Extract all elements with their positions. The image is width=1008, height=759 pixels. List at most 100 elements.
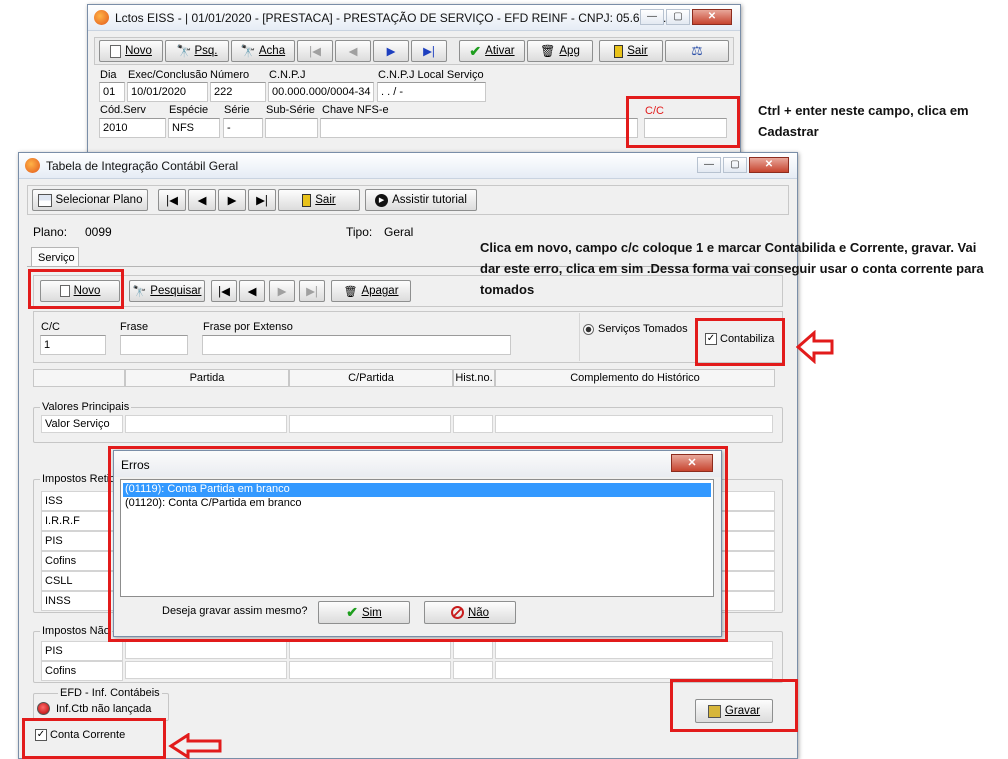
- lctos-psq-button[interactable]: 🔭 Psq.: [165, 40, 229, 62]
- maximize-icon[interactable]: ▢: [723, 157, 747, 173]
- conta-corrente-checkbox[interactable]: ✓ Conta Corrente: [35, 729, 125, 741]
- checkbox-checked-icon: ✓: [35, 729, 47, 741]
- servico-first-button[interactable]: |◀: [211, 280, 237, 302]
- erros-title: Erros: [121, 458, 150, 472]
- last-icon: ▶|: [423, 46, 435, 58]
- valor-servico-row[interactable]: [125, 415, 775, 433]
- numero-field[interactable]: 222: [210, 82, 266, 102]
- tipo-label: Tipo:: [346, 225, 373, 239]
- minimize-icon[interactable]: —: [640, 9, 664, 25]
- ativar-button[interactable]: ✔ Ativar: [459, 40, 525, 62]
- serie-label: Série: [224, 104, 250, 116]
- plano-last-button[interactable]: ▶|: [248, 189, 276, 211]
- erro-item[interactable]: (01120): Conta C/Partida em branco: [123, 497, 302, 509]
- servico-last-button[interactable]: ▶|: [299, 280, 325, 302]
- maximize-icon[interactable]: ▢: [666, 9, 690, 25]
- exec-field[interactable]: 10/01/2020: [127, 82, 208, 102]
- especie-field[interactable]: NFS: [168, 118, 220, 138]
- gravar-button[interactable]: Gravar: [695, 699, 773, 723]
- close-icon[interactable]: ✕: [671, 454, 713, 472]
- plano-next-button[interactable]: ▶: [218, 189, 246, 211]
- tabela-sair-button[interactable]: Sair: [278, 189, 360, 211]
- close-icon[interactable]: ✕: [749, 157, 789, 173]
- last-icon: ▶|: [256, 195, 268, 207]
- cc-field-top[interactable]: [644, 118, 727, 138]
- servicos-tomados-radio[interactable]: Serviços Tomados: [583, 323, 688, 335]
- plan-table-icon: [37, 193, 52, 207]
- scale-icon: ⚖: [691, 43, 703, 58]
- servico-next-button[interactable]: ▶: [269, 280, 295, 302]
- csll-label: CSLL: [41, 571, 123, 591]
- new-doc-icon: [110, 44, 122, 58]
- pis-label: PIS: [41, 531, 123, 551]
- erros-dialog: Erros ✕ (01119): Conta Partida em branco…: [113, 450, 722, 637]
- annotation-note-1: Ctrl + enter neste campo, clica em Cadas…: [758, 103, 969, 139]
- next-record-button[interactable]: ▶: [373, 40, 409, 62]
- assistir-tutorial-button[interactable]: ▶ Assistir tutorial: [365, 189, 477, 211]
- cc-label: C/C: [41, 321, 60, 333]
- tipo-value: Geral: [384, 225, 414, 239]
- plano-value: 0099: [85, 225, 112, 239]
- app-logo-icon: [94, 10, 109, 25]
- chave-nfse-field[interactable]: [320, 118, 638, 138]
- erro-item-selected[interactable]: (01119): Conta Partida em branco: [123, 483, 711, 497]
- minimize-icon[interactable]: —: [697, 157, 721, 173]
- cofins-nao-label: Cofins: [41, 661, 123, 681]
- serie-field[interactable]: -: [223, 118, 263, 138]
- frase-input[interactable]: [120, 335, 188, 355]
- first-record-button[interactable]: |◀: [297, 40, 333, 62]
- servico-prev-button[interactable]: ◀: [239, 280, 265, 302]
- close-icon[interactable]: ✕: [692, 9, 732, 25]
- app-logo-icon: [25, 158, 40, 173]
- lctos-sair-button[interactable]: Sair: [599, 40, 663, 62]
- tabela-titlebar[interactable]: Tabela de Integração Contábil Geral: [19, 153, 797, 179]
- cnpj-field[interactable]: 00.000.000/0004-34: [268, 82, 374, 102]
- plano-prev-button[interactable]: ◀: [188, 189, 216, 211]
- sub-serie-field[interactable]: [265, 118, 318, 138]
- cc-label-red: C/C: [645, 105, 664, 117]
- trash-icon: 🗑: [343, 285, 358, 298]
- annotation-note-2: Clica em novo, campo c/c coloque 1 e mar…: [480, 240, 984, 297]
- exec-label: Exec/Conclusão: [128, 69, 208, 81]
- lctos-acha-button[interactable]: 🔭 Acha: [231, 40, 295, 62]
- pis-nao-label: PIS: [41, 641, 123, 661]
- lctos-novo-button[interactable]: Novo: [99, 40, 163, 62]
- balance-button[interactable]: ⚖: [665, 40, 729, 62]
- header-c-partida: C/Partida: [289, 369, 453, 387]
- cofins-label: Cofins: [41, 551, 123, 571]
- last-record-button[interactable]: ▶|: [411, 40, 447, 62]
- sim-button[interactable]: ✔ Sim: [318, 601, 410, 624]
- cc-input[interactable]: 1: [40, 335, 106, 355]
- dia-field[interactable]: 01: [99, 82, 125, 102]
- contabiliza-checkbox[interactable]: ✓ Contabiliza: [705, 333, 774, 345]
- header-hist-no: Hist.no.: [453, 369, 495, 387]
- cod-serv-field[interactable]: 2010: [99, 118, 166, 138]
- servico-novo-button[interactable]: Novo: [40, 280, 120, 302]
- pis-nao-row[interactable]: [125, 641, 775, 659]
- checkmark-icon: ✔: [346, 604, 358, 620]
- cod-serv-label: Cód.Serv: [100, 104, 146, 116]
- plano-first-button[interactable]: |◀: [158, 189, 186, 211]
- inss-label: INSS: [41, 591, 123, 611]
- first-icon: |◀: [218, 286, 230, 298]
- prev-record-button[interactable]: ◀: [335, 40, 371, 62]
- tab-servico[interactable]: Serviço: [31, 247, 79, 267]
- nao-button[interactable]: Não: [424, 601, 516, 624]
- selecionar-plano-button[interactable]: Selecionar Plano: [32, 189, 148, 211]
- cnpj-local-field[interactable]: . . / -: [377, 82, 486, 102]
- apg-button[interactable]: 🗑 Apg: [527, 40, 593, 62]
- grid-header: Partida C/Partida Hist.no. Complemento d…: [33, 369, 783, 389]
- frase-extenso-input[interactable]: [202, 335, 511, 355]
- exit-door-icon: [302, 193, 312, 207]
- cnpj-label: C.N.P.J: [269, 69, 306, 81]
- erros-titlebar[interactable]: Erros ✕: [114, 451, 721, 477]
- next-icon: ▶: [227, 195, 237, 207]
- erros-list[interactable]: (01119): Conta Partida em branco (01120)…: [120, 479, 714, 597]
- prev-icon: ◀: [247, 286, 257, 298]
- tabela-window-controls: — ▢ ✕: [697, 157, 789, 173]
- cofins-nao-row[interactable]: [125, 661, 775, 679]
- servico-apagar-button[interactable]: 🗑 Apagar: [331, 280, 411, 302]
- radio-selected-icon: [583, 323, 594, 335]
- tabela-title: Tabela de Integração Contábil Geral: [46, 158, 239, 173]
- servico-pesquisar-button[interactable]: 🔭 Pesquisar: [129, 280, 205, 302]
